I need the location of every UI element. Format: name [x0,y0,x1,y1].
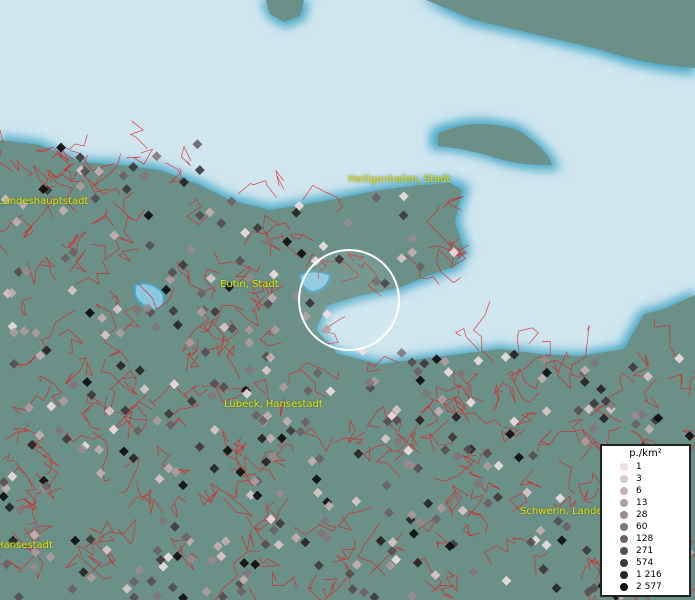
legend-label: 271 [636,546,654,556]
legend-item: 13 [606,497,685,509]
legend-swatch [620,583,628,591]
legend-item: 271 [606,545,685,557]
legend-item: 3 [606,473,685,485]
legend-swatch [620,535,628,543]
legend-swatch [620,523,628,531]
legend-label: 2 577 [636,582,662,592]
legend-item: 6 [606,485,685,497]
legend-swatch [620,559,628,567]
legend-title: p./km² [629,448,662,459]
label-luebeck: Lübeck, Hansestadt [224,399,323,410]
legend-label: 1 [636,462,642,472]
legend-swatch [620,547,628,555]
legend-label: 6 [636,486,642,496]
label-eutin: Eutin, Stadt [220,279,279,290]
density-legend: p./km² 1 3 6 13 28 60 128 271 574 1 216 2 577 [600,444,691,597]
legend-swatch [620,463,628,471]
legend-item: 128 [606,533,685,545]
label-landeshauptstadt: Landeshauptstadt [0,196,89,207]
legend-swatch [620,571,628,579]
label-hansestadt: Hansestadt [0,540,53,551]
legend-item: 2 577 [606,581,685,593]
legend-swatch [620,475,628,483]
legend-item: 1 [606,461,685,473]
legend-label: 128 [636,534,654,544]
label-heiligenhafen: Heiligenhafen, Stadt [348,174,451,185]
selection-circle[interactable] [298,249,400,351]
legend-label: 60 [636,522,648,532]
legend-label: 574 [636,558,654,568]
legend-swatch [620,511,628,519]
legend-item: 574 [606,557,685,569]
legend-label: 28 [636,510,648,520]
legend-label: 13 [636,498,648,508]
label-schwerin: Schwerin, Landes [520,506,608,517]
legend-item: 28 [606,509,685,521]
legend-item: 60 [606,521,685,533]
legend-item: 1 216 [606,569,685,581]
legend-label: 3 [636,474,642,484]
legend-swatch [620,499,628,507]
legend-label: 1 216 [636,570,662,580]
legend-swatch [620,487,628,495]
